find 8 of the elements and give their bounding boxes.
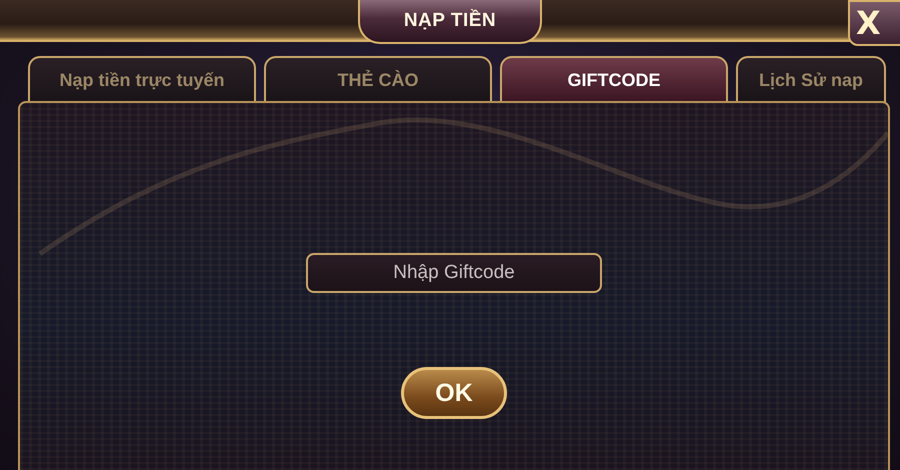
window-title: NẠP TIỀN: [358, 0, 542, 44]
tab[interactable]: GIFTCODE: [500, 56, 728, 102]
tab[interactable]: Nạp tiền trực tuyến: [28, 56, 256, 102]
tab[interactable]: THẺ CÀO: [264, 56, 492, 102]
ok-button[interactable]: OK: [401, 367, 507, 419]
close-button[interactable]: X: [848, 0, 900, 46]
input-field[interactable]: Nhập Giftcode: [306, 253, 602, 293]
tab[interactable]: Lịch Sử nap: [736, 56, 886, 102]
